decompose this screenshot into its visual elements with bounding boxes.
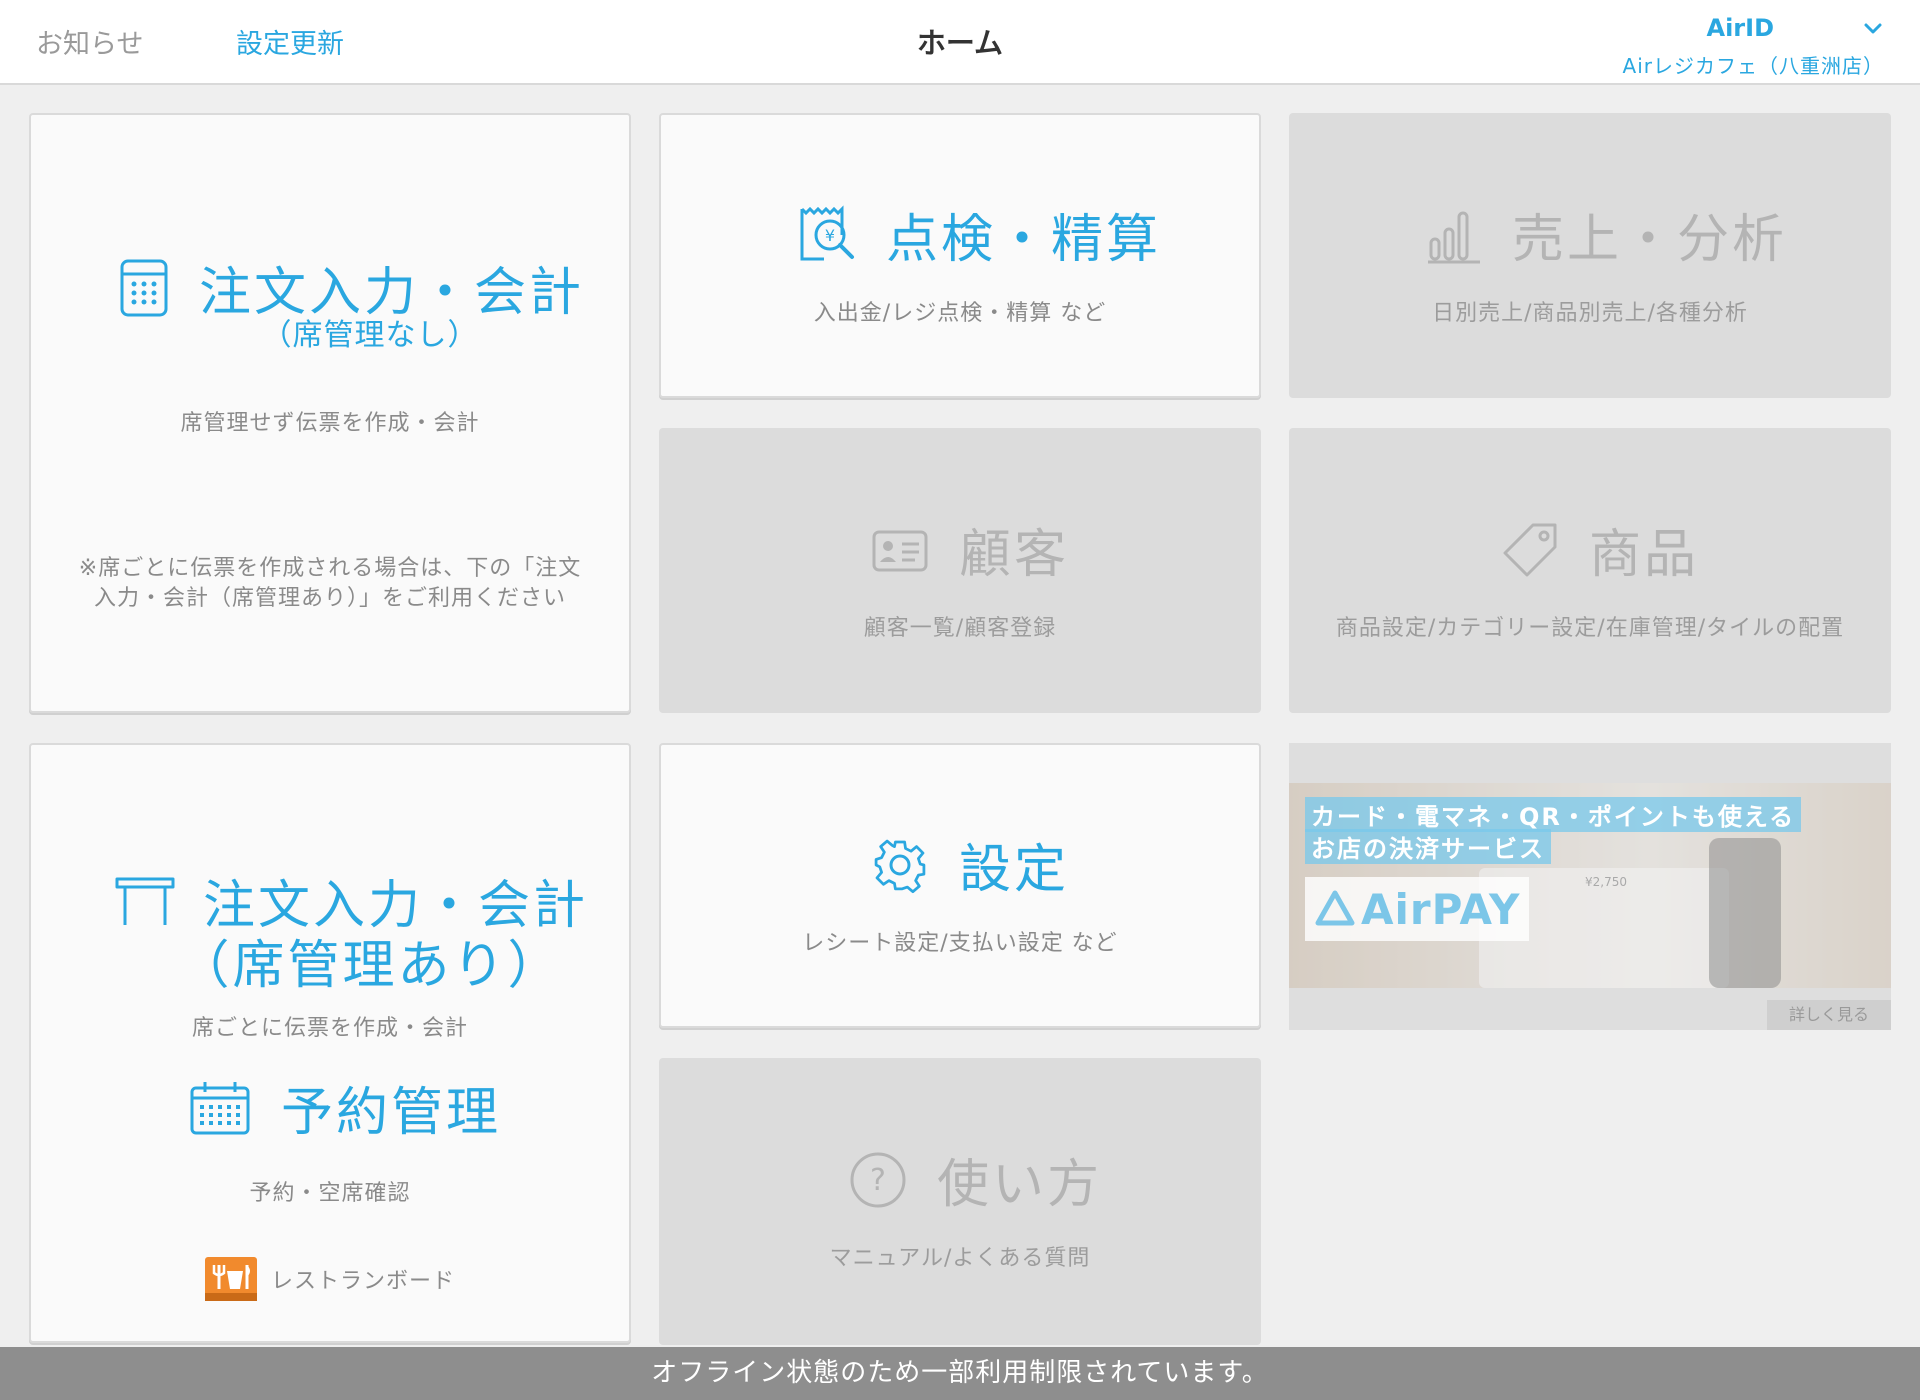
fork-knife-icon <box>204 1265 257 1301</box>
customer-desc: 顧客一覧/顧客登録 <box>863 616 1057 641</box>
settings-update-button[interactable]: 設定更新 <box>236 22 344 61</box>
svg-text:¥: ¥ <box>825 226 835 245</box>
svg-text:?: ? <box>870 1163 886 1198</box>
airpay-triangle-icon <box>1315 890 1355 926</box>
customer-tile[interactable]: 顧客 顧客一覧/顧客登録 <box>659 428 1261 713</box>
calculator-icon <box>120 259 168 316</box>
airpay-logo: AirPAY <box>1305 877 1529 941</box>
banner-headline-2: お店の決済サービス <box>1305 829 1551 864</box>
airpay-banner[interactable]: ¥2,750 カード・電マネ・QR・ポイントも使える お店の決済サービス Air… <box>1289 743 1891 1030</box>
sales-tile[interactable]: 売上・分析 日別売上/商品別売上/各種分析 <box>1289 113 1891 398</box>
restaurant-board-logo <box>204 1257 257 1301</box>
help-circle-icon: ? <box>850 1152 906 1207</box>
sales-heading: 売上・分析 <box>1426 197 1787 272</box>
customer-heading: 顧客 <box>871 512 1069 587</box>
store-name: Airレジカフェ（八重洲店） <box>1622 54 1884 78</box>
order-seat-desc: 席ごとに伝票を作成・会計 <box>191 1016 468 1041</box>
order-no-seat-note-1: ※席ごとに伝票を作成される場合は、下の「注文 <box>78 556 582 581</box>
inspection-heading: ¥ 点検・精算 <box>796 197 1161 272</box>
order-no-seat-note-2: 入力・会計（席管理あり）」をご利用ください <box>93 586 566 611</box>
sales-title: 売上・分析 <box>1512 210 1788 270</box>
notice-button[interactable]: お知らせ <box>36 22 143 61</box>
bar-chart-icon <box>1428 211 1480 263</box>
products-tile[interactable]: 商品 商品設定/カテゴリー設定/在庫管理/タイルの配置 <box>1289 428 1891 713</box>
products-desc: 商品設定/カテゴリー設定/在庫管理/タイルの配置 <box>1335 616 1845 641</box>
price-tag-icon <box>1503 523 1557 576</box>
banner-headline-1: カード・電マネ・QR・ポイントも使える <box>1305 797 1802 832</box>
products-heading: 商品 <box>1501 512 1699 587</box>
sales-desc: 日別売上/商品別売上/各種分析 <box>1432 301 1748 326</box>
restaurant-board-link[interactable]: レストランボード <box>31 1257 629 1301</box>
reservation-title: 予約管理 <box>281 1083 502 1143</box>
inspection-tile[interactable]: ¥ 点検・精算 入出金/レジ点検・精算 など <box>659 113 1261 398</box>
reservation-link[interactable]: 予約管理 <box>189 1070 501 1145</box>
airpay-banner-image: ¥2,750 カード・電マネ・QR・ポイントも使える お店の決済サービス Air… <box>1289 783 1891 988</box>
settings-title: 設定 <box>959 840 1070 900</box>
chevron-down-icon <box>1864 23 1882 34</box>
howto-tile[interactable]: ? 使い方 マニュアル/よくある質問 <box>659 1058 1261 1345</box>
account-id: AirID <box>1706 14 1775 42</box>
products-title: 商品 <box>1589 525 1700 585</box>
banner-more-button[interactable]: 詳しく見る <box>1767 1000 1891 1030</box>
offline-status-bar: オフライン状態のため一部利用制限されています。 <box>0 1347 1920 1400</box>
settings-heading: 設定 <box>871 827 1069 902</box>
airpay-logo-text: AirPAY <box>1361 884 1521 934</box>
settings-desc: レシート設定/支払い設定 など <box>802 931 1118 956</box>
table-icon <box>115 877 175 925</box>
howto-heading: ? 使い方 <box>849 1142 1102 1217</box>
settings-tile[interactable]: 設定 レシート設定/支払い設定 など <box>659 743 1261 1028</box>
order-seat-title-line2: （席管理あり） <box>177 936 563 996</box>
order-seat-tile[interactable]: 注文入力・会計 （席管理あり） 席ごとに伝票を作成・会計 予約管理 予約・空席確… <box>29 743 631 1343</box>
order-no-seat-subtitle: （席管理なし） <box>261 318 479 353</box>
inspection-title: 点検・精算 <box>886 210 1162 270</box>
page-title: ホーム <box>916 26 1004 60</box>
reservation-desc: 予約・空席確認 <box>249 1181 411 1206</box>
receipt-search-icon: ¥ <box>800 204 854 260</box>
inspection-desc: 入出金/レジ点検・精算 など <box>813 301 1107 326</box>
calendar-icon <box>190 1081 250 1134</box>
account-menu[interactable]: AirID Airレジカフェ（八重洲店） <box>1623 14 1884 79</box>
gear-icon <box>874 839 926 893</box>
howto-title: 使い方 <box>937 1155 1103 1215</box>
howto-desc: マニュアル/よくある質問 <box>829 1246 1091 1271</box>
order-no-seat-desc: 席管理せず伝票を作成・会計 <box>180 411 480 436</box>
restaurant-board-label: レストランボード <box>270 1269 455 1294</box>
customer-title: 顧客 <box>959 525 1070 585</box>
top-bar: お知らせ 設定更新 ホーム AirID Airレジカフェ（八重洲店） <box>0 0 1920 85</box>
order-no-seat-tile[interactable]: 注文入力・会計 （席管理なし） 席管理せず伝票を作成・会計 ※席ごとに伝票を作成… <box>29 113 631 713</box>
customer-card-icon <box>872 530 928 571</box>
